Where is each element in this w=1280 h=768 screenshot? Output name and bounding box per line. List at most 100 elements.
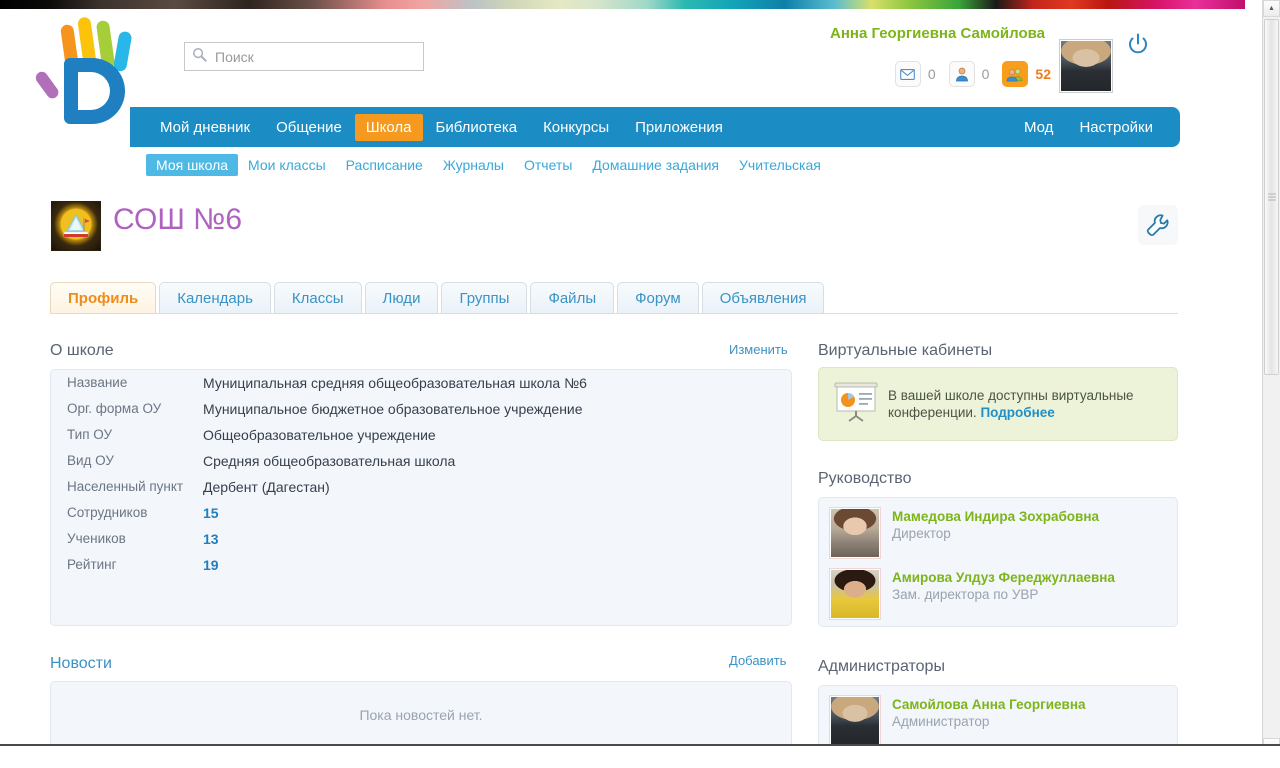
nav-item-settings[interactable]: Настройки bbox=[1066, 114, 1166, 141]
counter-groups-value: 52 bbox=[1035, 66, 1051, 82]
virtual-cabinets-text: В вашей школе доступны виртуальные конфе… bbox=[888, 387, 1177, 421]
person-info: Самойлова Анна Георгиевна Администратор bbox=[881, 695, 1085, 729]
subnav-item-my-classes[interactable]: Мои классы bbox=[238, 154, 336, 176]
person-info: Мамедова Индира Зохрабовна Директор bbox=[881, 507, 1099, 541]
about-value-kind: Средняя общеобразовательная школа bbox=[203, 453, 456, 469]
user-avatar[interactable] bbox=[1059, 39, 1113, 93]
subnav-item-teachers-room[interactable]: Учительская bbox=[729, 154, 831, 176]
subnav-item-schedule[interactable]: Расписание bbox=[336, 154, 433, 176]
main-nav-left-group: Мой дневник Общение Школа Библиотека Кон… bbox=[147, 113, 736, 141]
school-settings-button[interactable] bbox=[1138, 205, 1178, 245]
about-school-table: Название Муниципальная средняя общеобраз… bbox=[51, 370, 791, 578]
administrators-panel: Самойлова Анна Георгиевна Администратор bbox=[818, 685, 1178, 744]
scrollbar-grip-icon bbox=[1267, 193, 1276, 201]
nav-item-applications[interactable]: Приложения bbox=[622, 114, 736, 141]
counter-friends[interactable]: 0 bbox=[948, 61, 999, 87]
news-empty-text: Пока новостей нет. bbox=[359, 707, 483, 723]
nav-item-library[interactable]: Библиотека bbox=[423, 114, 531, 141]
table-row: Название Муниципальная средняя общеобраз… bbox=[51, 370, 791, 396]
about-value-locality: Дербент (Дагестан) bbox=[203, 479, 330, 495]
envelope-icon[interactable] bbox=[894, 61, 921, 87]
virtual-cabinets-more-link[interactable]: Подробнее bbox=[980, 405, 1054, 420]
subnav-item-homework[interactable]: Домашние задания bbox=[582, 154, 729, 176]
table-row: Тип ОУ Общеобразовательное учреждение bbox=[51, 422, 791, 448]
leadership-title: Руководство bbox=[818, 470, 912, 487]
school-emblem-icon[interactable] bbox=[51, 201, 101, 251]
user-name-label[interactable]: Анна Георгиевна Самойлова bbox=[830, 25, 1045, 42]
avatar[interactable] bbox=[829, 695, 881, 744]
nav-item-communication[interactable]: Общение bbox=[263, 114, 355, 141]
nav-item-mod[interactable]: Мод bbox=[1011, 114, 1066, 141]
tab-calendar[interactable]: Календарь bbox=[159, 282, 271, 313]
subnav-item-journals[interactable]: Журналы bbox=[433, 154, 514, 176]
main-navigation-bar: Мой дневник Общение Школа Библиотека Кон… bbox=[130, 107, 1180, 147]
about-section-title: О школе bbox=[50, 342, 114, 359]
person-name[interactable]: Мамедова Индира Зохрабовна bbox=[892, 509, 1099, 524]
about-value-name: Муниципальная средняя общеобразовательна… bbox=[203, 375, 587, 391]
search-box[interactable] bbox=[184, 42, 424, 71]
tab-forum[interactable]: Форум bbox=[617, 282, 699, 313]
list-item[interactable]: Амирова Улдуз Фереджуллаевна Зам. директ… bbox=[819, 559, 1177, 620]
avatar-image bbox=[831, 697, 879, 744]
group-icon[interactable] bbox=[1002, 61, 1029, 87]
window-bottom-area bbox=[0, 746, 1280, 768]
tab-groups[interactable]: Группы bbox=[441, 282, 528, 313]
table-row: Сотрудников 15 bbox=[51, 500, 791, 526]
about-key-students: Учеников bbox=[67, 531, 126, 546]
tab-people[interactable]: Люди bbox=[364, 282, 439, 313]
about-school-panel: Название Муниципальная средняя общеобраз… bbox=[50, 369, 792, 626]
profile-tab-bar: Профиль Календарь Классы Люди Группы Фай… bbox=[50, 282, 1178, 314]
about-key-locality: Населенный пункт bbox=[67, 479, 184, 494]
avatar[interactable] bbox=[829, 568, 881, 620]
table-row: Рейтинг 19 bbox=[51, 552, 791, 578]
about-key-staff: Сотрудников bbox=[67, 505, 148, 520]
list-item[interactable]: Самойлова Анна Георгиевна Администратор bbox=[819, 686, 1177, 744]
page-top-color-strip bbox=[0, 0, 1245, 9]
page-title: СОШ №6 bbox=[113, 203, 243, 236]
news-add-link[interactable]: Добавить bbox=[729, 653, 786, 668]
logout-power-button[interactable] bbox=[1125, 31, 1151, 57]
counter-messages[interactable]: 0 bbox=[894, 61, 945, 87]
person-name[interactable]: Самойлова Анна Георгиевна bbox=[892, 697, 1085, 712]
presentation-chart-icon bbox=[833, 381, 879, 428]
person-info: Амирова Улдуз Фереджуллаевна Зам. директ… bbox=[881, 568, 1115, 602]
scrollbar-up-arrow-icon[interactable]: ▲ bbox=[1263, 0, 1280, 17]
about-value-staff[interactable]: 15 bbox=[203, 500, 791, 526]
about-key-rating: Рейтинг bbox=[67, 557, 117, 572]
nav-item-my-diary[interactable]: Мой дневник bbox=[147, 114, 263, 141]
avatar-image bbox=[831, 509, 879, 557]
person-icon[interactable] bbox=[948, 61, 975, 87]
subnav-item-reports[interactable]: Отчеты bbox=[514, 154, 582, 176]
wrench-icon bbox=[1146, 214, 1169, 237]
about-edit-link[interactable]: Изменить bbox=[729, 342, 788, 357]
table-row: Орг. форма ОУ Муниципальное бюджетное об… bbox=[51, 396, 791, 422]
nav-item-contests[interactable]: Конкурсы bbox=[530, 114, 622, 141]
scrollbar-thumb[interactable] bbox=[1264, 19, 1279, 375]
page-canvas: Анна Георгиевна Самойлова 0 bbox=[0, 9, 1245, 744]
table-row: Населенный пункт Дербент (Дагестан) bbox=[51, 474, 791, 500]
search-input[interactable] bbox=[213, 47, 423, 66]
counter-messages-value: 0 bbox=[927, 66, 936, 82]
tab-files[interactable]: Файлы bbox=[530, 282, 615, 313]
tab-announcements[interactable]: Объявления bbox=[701, 282, 825, 313]
person-role: Зам. директора по УВР bbox=[892, 587, 1039, 602]
person-name[interactable]: Амирова Улдуз Фереджуллаевна bbox=[892, 570, 1115, 585]
about-value-students[interactable]: 13 bbox=[203, 526, 791, 552]
avatar[interactable] bbox=[829, 507, 881, 559]
about-value-rating[interactable]: 19 bbox=[203, 552, 791, 578]
avatar-image bbox=[831, 570, 879, 618]
list-item[interactable]: Мамедова Индира Зохрабовна Директор bbox=[819, 498, 1177, 559]
main-nav-right-group: Мод Настройки bbox=[1011, 114, 1166, 141]
tab-profile[interactable]: Профиль bbox=[50, 282, 157, 313]
counter-groups[interactable]: 52 bbox=[1002, 61, 1060, 87]
search-icon bbox=[192, 47, 207, 67]
tab-classes[interactable]: Классы bbox=[273, 282, 362, 313]
vertical-scrollbar[interactable]: ▲ ▼ bbox=[1262, 0, 1280, 755]
table-row: Вид ОУ Средняя общеобразовательная школа bbox=[51, 448, 791, 474]
nav-item-school[interactable]: Школа bbox=[354, 113, 423, 141]
subnav-item-my-school[interactable]: Моя школа bbox=[146, 154, 239, 176]
virtual-cabinets-panel: В вашей школе доступны виртуальные конфе… bbox=[818, 367, 1178, 441]
person-role: Администратор bbox=[892, 714, 990, 729]
about-key-type: Тип ОУ bbox=[67, 427, 113, 442]
counter-friends-value: 0 bbox=[981, 66, 990, 82]
